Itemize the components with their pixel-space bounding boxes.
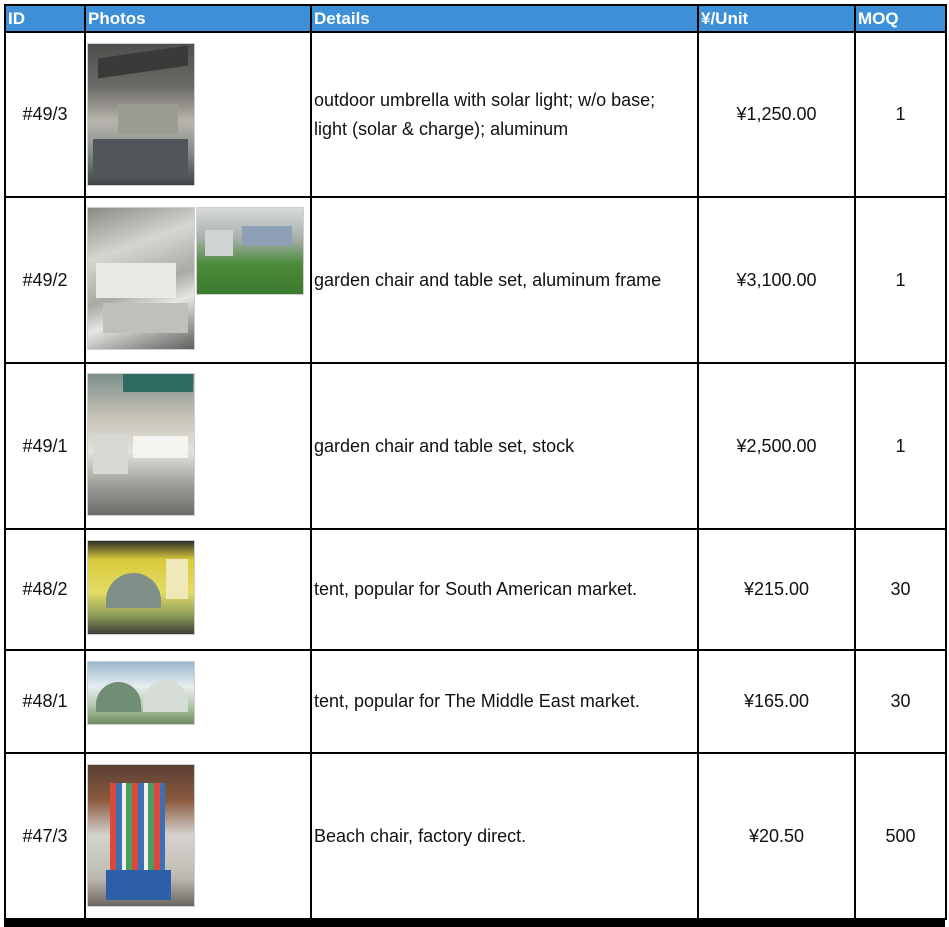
row-photos (84, 362, 312, 530)
row-photos (84, 196, 312, 364)
garden-sofa-lawn-photo[interactable] (196, 207, 304, 295)
row-details: garden chair and table set, stock (310, 362, 699, 530)
row-photos (84, 752, 312, 920)
row-moq: 1 (854, 31, 947, 198)
header-row: ID Photos Details ¥/Unit MOQ (4, 4, 947, 33)
row-id: #49/2 (4, 196, 86, 364)
row-id: #49/1 (4, 362, 86, 530)
row-details: garden chair and table set, aluminum fra… (310, 196, 699, 364)
tent-box-photo[interactable] (87, 540, 195, 635)
product-sheet: ID Photos Details ¥/Unit MOQ #49/3 outdo… (4, 4, 947, 927)
header-photos: Photos (84, 4, 312, 33)
beach-chair-photo[interactable] (87, 764, 195, 907)
row-price: ¥1,250.00 (697, 31, 856, 198)
row-price: ¥165.00 (697, 649, 856, 754)
row-details: tent, popular for South American market. (310, 528, 699, 651)
row-details: tent, popular for The Middle East market… (310, 649, 699, 754)
table-row: #48/2 tent, popular for South American m… (4, 528, 947, 651)
table-row: #49/3 outdoor umbrella with solar light;… (4, 31, 947, 198)
row-moq: 1 (854, 196, 947, 364)
garden-sofa-set-photo[interactable] (87, 207, 195, 350)
table-row: #47/3 Beach chair, factory direct. ¥20.5… (4, 752, 947, 920)
header-moq: MOQ (854, 4, 947, 33)
header-id: ID (4, 4, 86, 33)
row-details: outdoor umbrella with solar light; w/o b… (310, 31, 699, 198)
tent-pair-photo[interactable] (87, 661, 195, 725)
table-row: #49/2 garden chair and table set, alumin… (4, 196, 947, 364)
row-details: Beach chair, factory direct. (310, 752, 699, 920)
outdoor-umbrella-photo[interactable] (87, 43, 195, 186)
row-moq: 1 (854, 362, 947, 530)
product-table: ID Photos Details ¥/Unit MOQ #49/3 outdo… (4, 4, 947, 920)
garden-dining-set-photo[interactable] (87, 373, 195, 516)
row-moq: 30 (854, 528, 947, 651)
row-moq: 500 (854, 752, 947, 920)
row-photos (84, 528, 312, 651)
header-details: Details (310, 4, 699, 33)
row-price: ¥215.00 (697, 528, 856, 651)
row-moq: 30 (854, 649, 947, 754)
row-id: #47/3 (4, 752, 86, 920)
table-row: #48/1 tent, popular for The Middle East … (4, 649, 947, 754)
row-photos (84, 649, 312, 754)
row-id: #49/3 (4, 31, 86, 198)
row-price: ¥20.50 (697, 752, 856, 920)
row-price: ¥3,100.00 (697, 196, 856, 364)
row-id: #48/1 (4, 649, 86, 754)
table-row: #49/1 garden chair and table set, stock … (4, 362, 947, 530)
row-price: ¥2,500.00 (697, 362, 856, 530)
header-price: ¥/Unit (697, 4, 856, 33)
row-photos (84, 31, 312, 198)
row-id: #48/2 (4, 528, 86, 651)
